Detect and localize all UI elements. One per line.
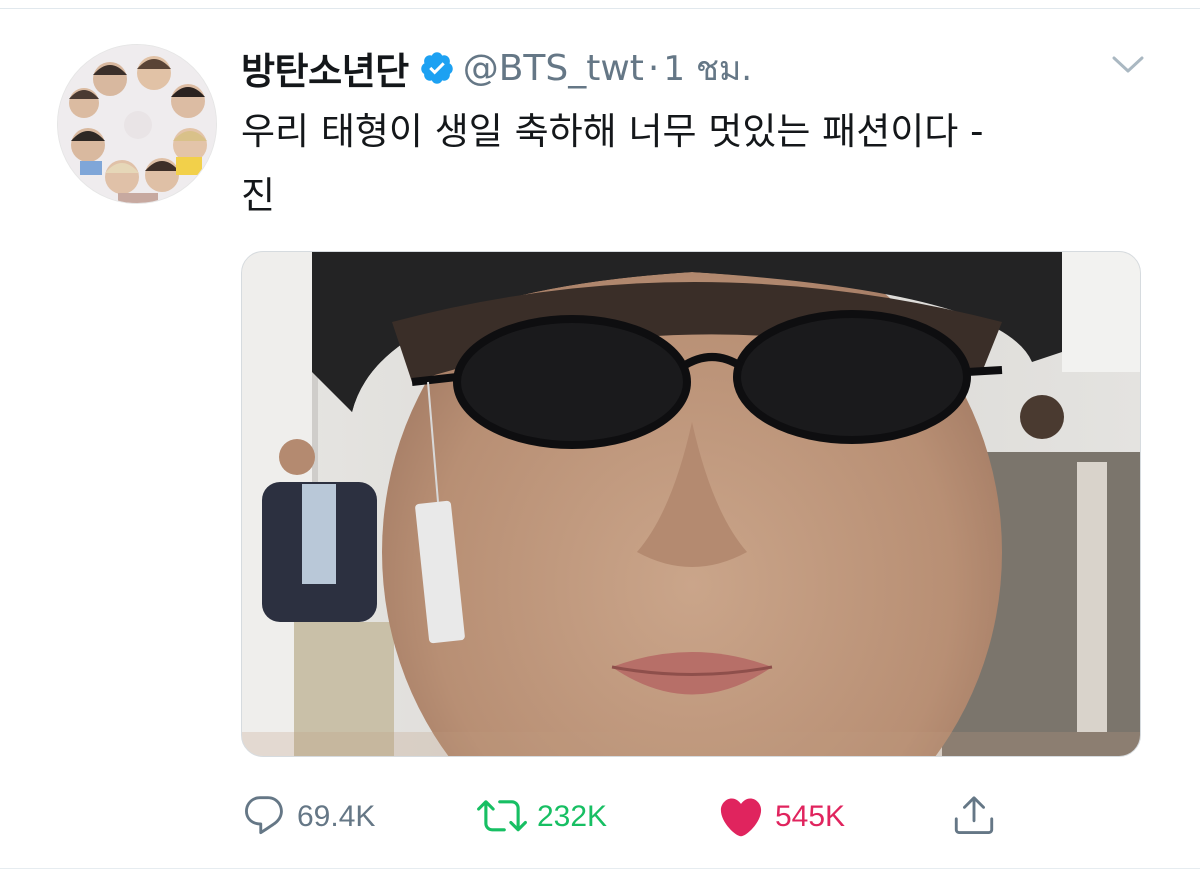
- reply-count: 69.4K: [297, 800, 376, 833]
- share-icon: [951, 792, 997, 842]
- retweet-button[interactable]: 232K: [477, 792, 607, 842]
- avatar-image: [58, 45, 216, 203]
- like-count: 545K: [775, 800, 846, 833]
- tweet-photo[interactable]: [241, 251, 1141, 757]
- share-button[interactable]: [951, 792, 997, 842]
- tweet-header: 방탄소년단 @BTS_twt · 1 ชม.: [241, 40, 752, 96]
- user-handle[interactable]: @BTS_twt: [463, 48, 644, 89]
- tweet-card: 방탄소년단 @BTS_twt · 1 ชม. 우리 태형이 생일 축하해 너무 …: [0, 0, 1200, 880]
- retweet-icon: [477, 792, 527, 842]
- display-name[interactable]: 방탄소년단: [241, 41, 409, 95]
- separator-dot: ·: [647, 47, 660, 89]
- like-button[interactable]: 545K: [717, 792, 845, 842]
- heart-icon: [717, 792, 765, 842]
- action-bar: 69.4K 232K 545K: [241, 792, 1141, 842]
- avatar[interactable]: [57, 44, 217, 204]
- retweet-count: 232K: [537, 800, 608, 833]
- chevron-down-icon[interactable]: [1110, 50, 1146, 78]
- photo-icon: [242, 252, 1140, 756]
- reply-icon: [241, 792, 287, 842]
- verified-badge-icon: [419, 50, 455, 86]
- reply-button[interactable]: 69.4K: [241, 792, 375, 842]
- timestamp[interactable]: 1 ชม.: [663, 41, 752, 95]
- bottom-divider: [0, 868, 1200, 869]
- tweet-text: 우리 태형이 생일 축하해 너무 멋있는 패션이다 - 진: [241, 110, 984, 217]
